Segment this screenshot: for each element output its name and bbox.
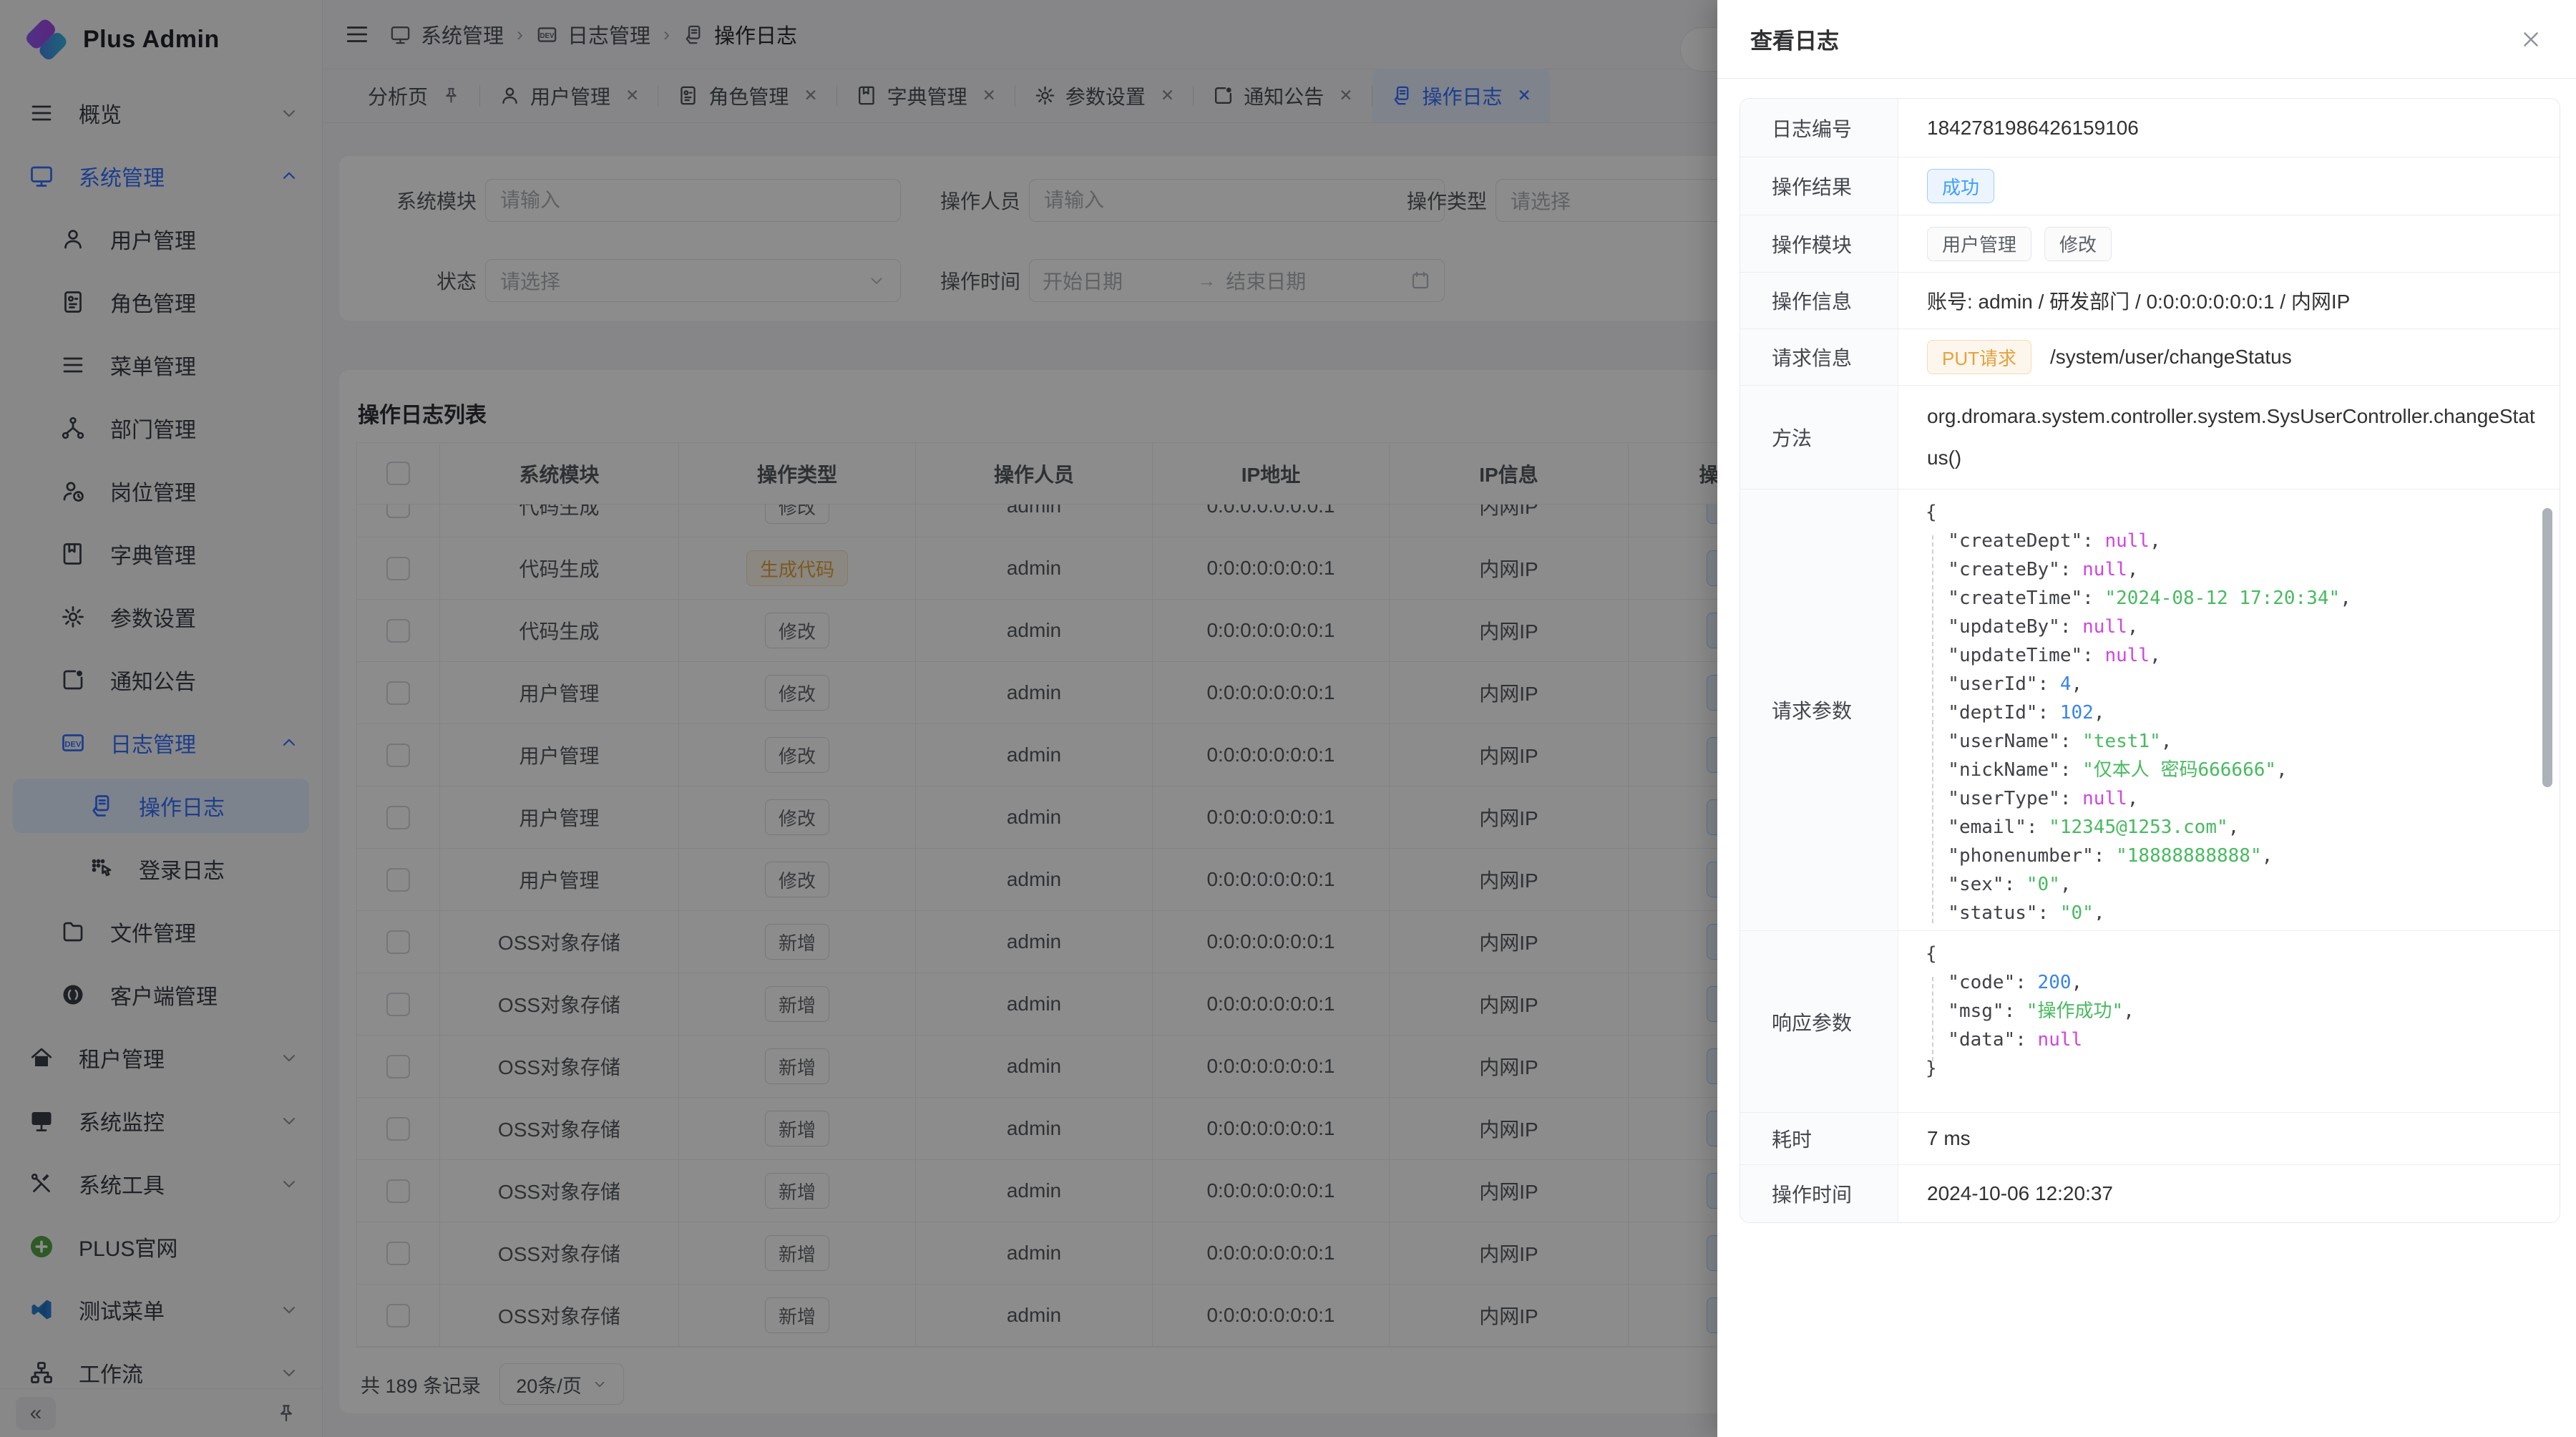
view-log-drawer: 查看日志 日志编号 1842781986426159106 操作结果 成功 操作… [1717, 0, 2576, 1437]
indent-guide [1932, 977, 1933, 1061]
json-line: "deptId": 102, [1926, 698, 2542, 727]
json-line: "nickName": "仅本人 密码666666", [1926, 756, 2542, 784]
action-tag: 修改 [2044, 227, 2112, 261]
detail-row-module: 操作模块 用户管理 修改 [1740, 215, 2560, 272]
module-tag: 用户管理 [1927, 227, 2031, 261]
detail-label: 操作时间 [1740, 1165, 1898, 1222]
drawer-body: 日志编号 1842781986426159106 操作结果 成功 操作模块 用户… [1717, 79, 2576, 1223]
json-line: "sex": "0", [1926, 870, 2542, 899]
json-line: "createTime": "2024-08-12 17:20:34", [1926, 584, 2542, 613]
module-tags: 用户管理 修改 [1898, 215, 2560, 272]
json-line: "phonenumber": "18888888888", [1926, 842, 2542, 870]
detail-row-request-params: 请求参数 { "createDept": null, "createBy": n… [1740, 489, 2560, 930]
json-line: "userType": null, [1926, 784, 2542, 813]
json-line: "createDept": null, [1926, 527, 2542, 555]
operation-time-value: 2024-10-06 12:20:37 [1898, 1165, 2560, 1222]
detail-row-request: 请求信息 PUT请求 /system/user/changeStatus [1740, 328, 2560, 385]
scrollbar-thumb[interactable] [2542, 508, 2552, 787]
detail-row-duration: 耗时 7 ms [1740, 1112, 2560, 1164]
detail-label: 操作信息 [1740, 273, 1898, 328]
detail-label: 请求参数 [1740, 489, 1898, 930]
detail-label: 操作结果 [1740, 157, 1898, 215]
detail-label: 方法 [1740, 386, 1898, 489]
detail-label: 耗时 [1740, 1113, 1898, 1164]
json-line: "userName": "test1", [1926, 727, 2542, 756]
detail-label: 响应参数 [1740, 931, 1898, 1112]
json-line: "email": "12345@1253.com", [1926, 813, 2542, 842]
detail-row-log-id: 日志编号 1842781986426159106 [1740, 99, 2560, 157]
json-line: "updateBy": null, [1926, 613, 2542, 641]
detail-row-method: 方法 org.dromara.system.controller.system.… [1740, 385, 2560, 489]
json-line: "updateTime": null, [1926, 641, 2542, 670]
detail-label: 日志编号 [1740, 99, 1898, 157]
json-line: "createBy": null, [1926, 555, 2542, 584]
json-line: "code": 200, [1926, 968, 2542, 997]
json-line: { [1926, 498, 2542, 527]
detail-label: 操作模块 [1740, 215, 1898, 272]
status-badge: 成功 [1927, 169, 1994, 203]
detail-row-result: 操作结果 成功 [1740, 157, 2560, 215]
drawer-title: 查看日志 [1750, 23, 1839, 55]
close-icon[interactable] [2519, 27, 2543, 52]
indent-guide [1932, 535, 1933, 923]
drawer-header: 查看日志 [1717, 0, 2576, 79]
request-json-code: { "createDept": null, "createBy": null, … [1926, 498, 2542, 920]
json-line: } [1926, 1054, 2542, 1083]
duration-value: 7 ms [1898, 1113, 2560, 1164]
method-value: org.dromara.system.controller.system.Sys… [1898, 386, 2560, 489]
operation-info-value: 账号: admin / 研发部门 / 0:0:0:0:0:0:0:1 / 内网I… [1898, 273, 2560, 328]
detail-row-response-params: 响应参数 { "code": 200, "msg": "操作成功", "data… [1740, 930, 2560, 1112]
log-detail-table: 日志编号 1842781986426159106 操作结果 成功 操作模块 用户… [1740, 98, 2560, 1223]
json-line: "msg": "操作成功", [1926, 997, 2542, 1026]
response-json-code: { "code": 200, "msg": "操作成功", "data": nu… [1926, 940, 2542, 1083]
json-line: { [1926, 940, 2542, 968]
http-method-badge: PUT请求 [1927, 340, 2031, 374]
json-line: "userId": 4, [1926, 670, 2542, 698]
detail-label: 请求信息 [1740, 329, 1898, 385]
request-url: /system/user/changeStatus [2050, 346, 2292, 369]
request-params-json: { "createDept": null, "createBy": null, … [1898, 489, 2560, 930]
json-line: "data": null [1926, 1026, 2542, 1054]
detail-row-time: 操作时间 2024-10-06 12:20:37 [1740, 1164, 2560, 1222]
response-params-json: { "code": 200, "msg": "操作成功", "data": nu… [1898, 931, 2560, 1112]
detail-row-info: 操作信息 账号: admin / 研发部门 / 0:0:0:0:0:0:0:1 … [1740, 272, 2560, 328]
log-id-value: 1842781986426159106 [1898, 99, 2560, 157]
json-line: "status": "0", [1926, 899, 2542, 920]
